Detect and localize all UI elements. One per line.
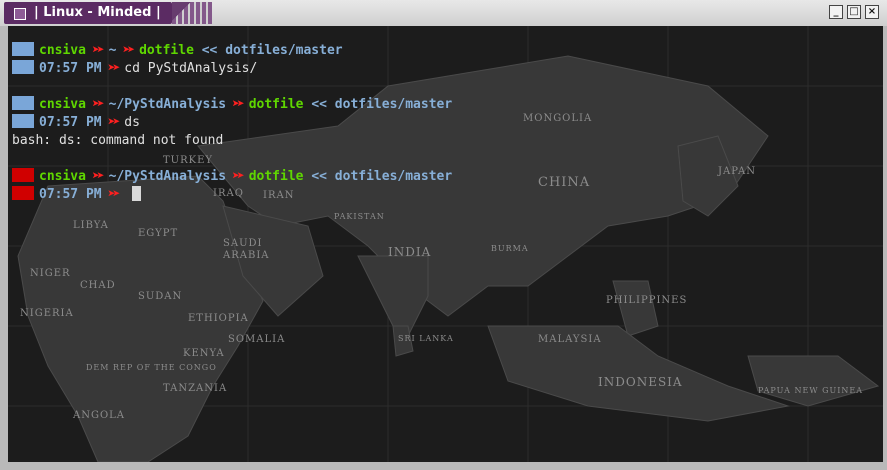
double-chevron-icon: ➤➤ xyxy=(91,97,105,112)
prompt-time: 07:57 PM xyxy=(39,187,102,202)
status-square-icon xyxy=(12,42,34,56)
status-square-icon xyxy=(12,186,34,200)
map-label-malaysia: MALAYSIA xyxy=(538,334,602,345)
prompt-git: << dotfiles/master xyxy=(311,169,453,184)
prompt-user: cnsiva xyxy=(39,169,86,184)
map-label-pakistan: PAKISTAN xyxy=(334,212,385,221)
text-cursor[interactable] xyxy=(132,186,142,201)
window-title: | Linux - Minded | xyxy=(34,5,161,20)
close-button[interactable]: × xyxy=(865,5,879,19)
double-chevron-icon: ➤➤ xyxy=(107,115,121,130)
map-label-indonesia: INDONESIA xyxy=(598,375,683,389)
command-output: bash: ds: command not found xyxy=(12,133,224,148)
map-label-sri-lanka: SRI LANKA xyxy=(398,334,454,343)
prompt-time: 07:57 PM xyxy=(39,61,102,76)
map-label-chad: CHAD xyxy=(80,280,116,291)
prompt-time: 07:57 PM xyxy=(39,115,102,130)
map-label-japan: JAPAN xyxy=(717,166,756,177)
title-tab-decoration xyxy=(172,2,212,24)
prompt-dir: dotfile xyxy=(139,43,194,58)
double-chevron-icon: ➤➤ xyxy=(107,187,121,202)
map-label-mongolia: MONGOLIA xyxy=(523,113,592,124)
prompt-git: << dotfiles/master xyxy=(311,97,453,112)
double-chevron-icon: ➤➤ xyxy=(91,43,105,58)
command-line: 07:57 PM ➤➤ ds xyxy=(12,114,452,132)
minimize-button[interactable]: _ xyxy=(829,5,843,19)
window-menu-icon[interactable] xyxy=(14,8,26,20)
map-label-sudan: SUDAN xyxy=(138,291,182,302)
window-frame-bottom xyxy=(0,462,887,470)
terminal-area[interactable]: MONGOLIA CHINA INDIA IRAN SAUDI ARABIA E… xyxy=(8,26,883,462)
window-title-tab[interactable]: | Linux - Minded | xyxy=(4,2,172,24)
double-chevron-icon: ➤➤ xyxy=(91,169,105,184)
prompt-line: cnsiva ➤➤ ~/PyStdAnalysis ➤➤ dotfile << dotf… xyxy=(12,96,452,114)
prompt-path: ~/PyStdAnalysis xyxy=(108,97,227,112)
map-label-india: INDIA xyxy=(388,245,431,259)
prompt-path: ~ xyxy=(108,43,117,58)
map-label-china: CHINA xyxy=(538,175,590,190)
terminal-output[interactable]: cnsiva ➤➤ ~ ➤➤ dotfile << dotfiles/master 07… xyxy=(12,42,452,204)
map-label-libya: LIBYA xyxy=(73,220,109,231)
map-label-angola: ANGOLA xyxy=(72,410,125,421)
double-chevron-icon: ➤➤ xyxy=(232,97,245,112)
terminal-window: | Linux - Minded | _ □ × MONGOLIA CHINA … xyxy=(0,0,887,470)
map-label-tanzania: TANZANIA xyxy=(163,383,227,394)
status-square-icon xyxy=(12,60,34,74)
status-square-icon xyxy=(12,96,34,110)
command-text: ds xyxy=(124,115,140,130)
window-frame-right xyxy=(883,26,887,470)
command-text: cd PyStdAnalysis/ xyxy=(124,61,258,76)
status-square-icon xyxy=(12,114,34,128)
prompt-line: cnsiva ➤➤ ~ ➤➤ dotfile << dotfiles/master xyxy=(12,42,452,60)
maximize-button[interactable]: □ xyxy=(847,5,861,19)
command-line: 07:57 PM ➤➤ xyxy=(12,186,452,204)
map-label-nigeria: NIGERIA xyxy=(20,308,74,319)
status-square-icon xyxy=(12,168,34,182)
map-label-arabia: ARABIA xyxy=(222,250,270,261)
window-frame-left xyxy=(0,26,8,470)
title-bar[interactable]: | Linux - Minded | _ □ × xyxy=(0,0,887,27)
map-label-niger: NIGER xyxy=(30,268,71,279)
prompt-user: cnsiva xyxy=(39,43,86,58)
double-chevron-icon: ➤➤ xyxy=(232,169,245,184)
map-label-papua: PAPUA NEW GUINEA xyxy=(758,386,863,395)
prompt-dir: dotfile xyxy=(248,97,304,112)
map-label-ethiopia: ETHIOPIA xyxy=(188,313,249,324)
map-label-egypt: EGYPT xyxy=(138,228,178,239)
double-chevron-icon: ➤➤ xyxy=(122,43,135,58)
map-label-congo: DEM REP OF THE CONGO xyxy=(86,363,217,372)
map-label-somalia: SOMALIA xyxy=(228,334,285,345)
map-label-kenya: KENYA xyxy=(183,348,225,359)
prompt-git: << dotfiles/master xyxy=(201,43,343,58)
prompt-dir: dotfile xyxy=(248,169,304,184)
prompt-user: cnsiva xyxy=(39,97,86,112)
prompt-path: ~/PyStdAnalysis xyxy=(108,169,227,184)
prompt-line: cnsiva ➤➤ ~/PyStdAnalysis ➤➤ dotfile << dotf… xyxy=(12,168,452,186)
double-chevron-icon: ➤➤ xyxy=(107,61,121,76)
map-label-burma: BURMA xyxy=(491,244,529,253)
map-label-philippines: PHILIPPINES xyxy=(606,295,687,306)
map-label-saudi: SAUDI xyxy=(223,238,262,249)
command-line: 07:57 PM ➤➤ cd PyStdAnalysis/ xyxy=(12,60,452,78)
